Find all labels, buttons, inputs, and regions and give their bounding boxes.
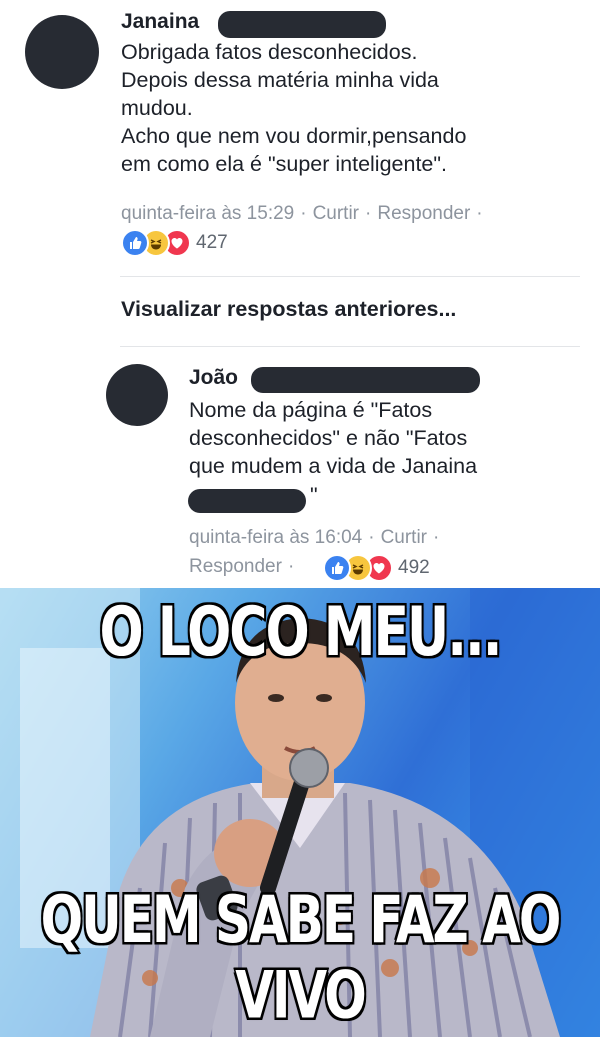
meme-bottom-caption: QUEM SABE FAZ AO VIVO: [39, 880, 563, 1035]
redacted-surname: [251, 367, 480, 393]
comment-author[interactable]: Janaina: [121, 10, 199, 34]
page: Janaina Obrigada fatos desconhecidos. De…: [0, 0, 600, 1037]
reply-link[interactable]: Responder: [377, 203, 470, 224]
comment-meta: quinta-feira às 15:29 · Curtir · Responder ·: [121, 203, 483, 224]
avatar[interactable]: [25, 15, 99, 89]
reply-text: Nome da página é "Fatos desconhecidos" e…: [189, 398, 478, 478]
meme-top-caption: O LOCO MEU...: [98, 592, 504, 674]
like-icon: [323, 554, 351, 582]
avatar[interactable]: [106, 364, 168, 426]
reaction-count: 492: [398, 557, 430, 578]
reply-time[interactable]: quinta-feira às 16:04: [189, 527, 362, 548]
meme-image: O LOCO MEU... QUEM SABE FAZ AO VIVO: [0, 588, 600, 1037]
comment-text: Obrigada fatos desconhecidos. Depois des…: [121, 40, 467, 176]
reply-link[interactable]: Responder: [189, 556, 282, 577]
reaction-summary[interactable]: 492: [323, 554, 430, 582]
like-link[interactable]: Curtir: [381, 527, 427, 548]
divider: [120, 346, 580, 347]
view-previous-replies-link[interactable]: Visualizar respostas anteriores...: [121, 297, 456, 322]
like-icon: [121, 229, 149, 257]
reaction-count: 427: [196, 232, 228, 253]
reply-text-tail: ": [310, 483, 318, 507]
comment-time[interactable]: quinta-feira às 15:29: [121, 203, 294, 224]
divider: [120, 276, 580, 277]
comment-thread: Janaina Obrigada fatos desconhecidos. De…: [0, 0, 600, 588]
reply-meta: quinta-feira às 16:04 · Curtir ·: [189, 527, 440, 548]
reply-author[interactable]: João: [189, 366, 238, 390]
like-link[interactable]: Curtir: [313, 203, 359, 224]
reply-meta-line2: Responder ·: [189, 556, 295, 577]
redacted-surname: [218, 11, 386, 38]
reaction-summary[interactable]: 427: [121, 229, 228, 257]
redacted-surname: [188, 489, 306, 513]
